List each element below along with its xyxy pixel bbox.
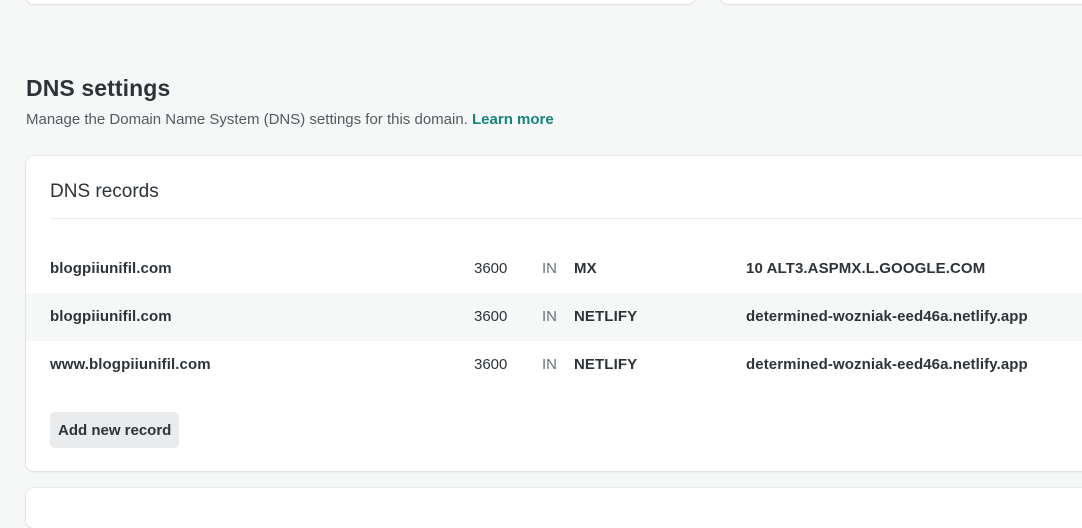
previous-section-card-right	[720, 0, 1082, 4]
record-class: IN	[542, 356, 557, 373]
previous-section-card-left	[26, 0, 695, 4]
dns-records-title: DNS records	[50, 181, 159, 202]
section-title: DNS settings	[26, 75, 171, 101]
dns-records-card: DNS records blogpiiunifil.com 3600 IN MX…	[26, 156, 1082, 471]
record-class: IN	[542, 308, 557, 325]
dns-record-row[interactable]: www.blogpiiunifil.com 3600 IN NETLIFY de…	[26, 341, 1082, 389]
card-divider	[50, 218, 1082, 219]
learn-more-link[interactable]: Learn more	[472, 111, 554, 128]
record-value: determined-wozniak-eed46a.netlify.app	[746, 308, 1028, 325]
section-description-text: Manage the Domain Name System (DNS) sett…	[26, 111, 468, 128]
record-ttl: 3600	[474, 356, 508, 373]
record-class: IN	[542, 260, 557, 277]
record-type: NETLIFY	[574, 308, 638, 325]
record-type: MX	[574, 260, 597, 277]
section-description: Manage the Domain Name System (DNS) sett…	[26, 111, 554, 128]
add-new-record-button[interactable]: Add new record	[50, 412, 180, 448]
record-name: www.blogpiiunifil.com	[50, 356, 211, 373]
record-value: determined-wozniak-eed46a.netlify.app	[746, 356, 1028, 373]
record-ttl: 3600	[474, 308, 508, 325]
dns-record-row[interactable]: blogpiiunifil.com 3600 IN NETLIFY determ…	[26, 293, 1082, 341]
record-value: 10 ALT3.ASPMX.L.GOOGLE.COM	[746, 260, 986, 277]
record-ttl: 3600	[474, 260, 508, 277]
record-type: NETLIFY	[574, 356, 638, 373]
next-section-card	[26, 488, 1082, 528]
record-name: blogpiiunifil.com	[50, 308, 172, 325]
record-name: blogpiiunifil.com	[50, 260, 172, 277]
dns-record-row[interactable]: blogpiiunifil.com 3600 IN MX 10 ALT3.ASP…	[26, 245, 1082, 293]
